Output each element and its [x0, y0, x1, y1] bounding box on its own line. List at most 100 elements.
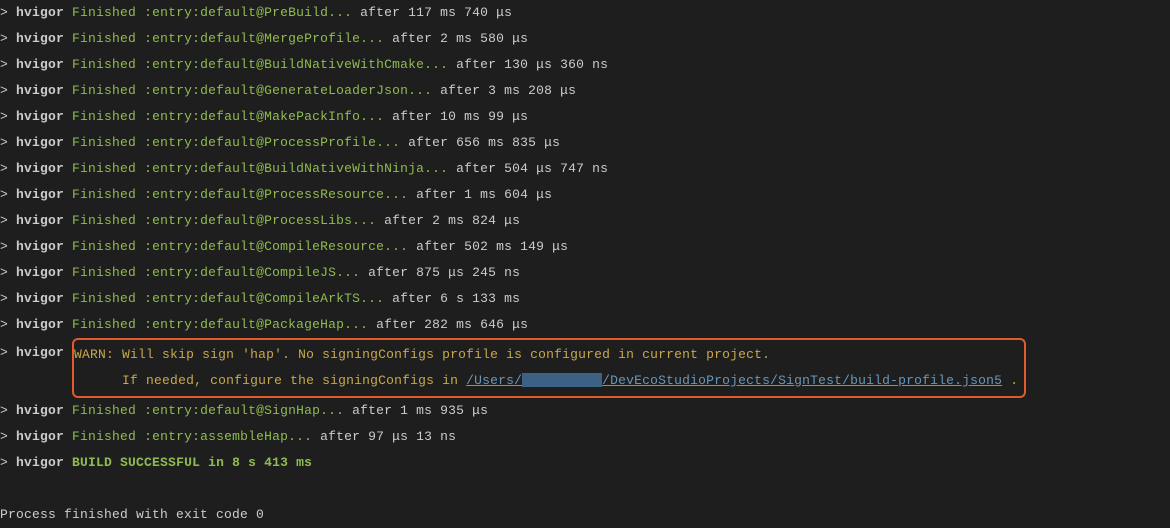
task-name: :entry:default@ProcessLibs... — [144, 213, 376, 228]
prompt-char: > — [0, 57, 16, 72]
timing-text: after 2 ms 824 μs — [384, 213, 520, 228]
warning-highlight-box: WARN: Will skip sign 'hap'. No signingCo… — [72, 338, 1026, 398]
prompt-char: > — [0, 109, 16, 124]
timing-text: after 875 μs 245 ns — [368, 265, 520, 280]
prompt-char: > — [0, 31, 16, 46]
status-word: Finished — [72, 161, 136, 176]
task-name: :entry:default@CompileResource... — [144, 239, 408, 254]
timing-text: after 282 ms 646 μs — [376, 317, 528, 332]
task-name: :entry:default@GenerateLoaderJson... — [144, 83, 432, 98]
tool-name: hvigor — [16, 161, 64, 176]
prompt-char: > — [0, 239, 16, 254]
timing-text: after 1 ms 604 μs — [416, 187, 552, 202]
tool-name: hvigor — [16, 265, 64, 280]
tool-name: hvigor — [16, 83, 64, 98]
status-word: Finished — [72, 265, 136, 280]
task-name: :entry:default@ProcessResource... — [144, 187, 408, 202]
timing-text: after 2 ms 580 μs — [392, 31, 528, 46]
task-name: :entry:default@PackageHap... — [144, 317, 368, 332]
task-name: :entry:default@CompileJS... — [144, 265, 360, 280]
prompt-char: > — [0, 265, 16, 280]
status-word: Finished — [72, 213, 136, 228]
tool-name: hvigor — [16, 239, 64, 254]
build-log-line: > hvigor Finished :entry:default@Compile… — [0, 286, 1170, 312]
build-log-line: > hvigor Finished :entry:default@BuildNa… — [0, 52, 1170, 78]
tool-name: hvigor — [16, 213, 64, 228]
build-success-line: > hvigor BUILD SUCCESSFUL in 8 s 413 ms — [0, 450, 1170, 476]
config-file-link[interactable]: /Users/ — [466, 373, 522, 388]
build-success-text: BUILD SUCCESSFUL in 8 s 413 ms — [72, 455, 312, 470]
task-name: :entry:default@SignHap... — [144, 403, 344, 418]
build-log-line: > hvigor Finished :entry:default@Compile… — [0, 260, 1170, 286]
build-log-line: > hvigor Finished :entry:default@Process… — [0, 182, 1170, 208]
status-word: Finished — [72, 291, 136, 306]
timing-text: after 504 μs 747 ns — [456, 161, 608, 176]
tool-name: hvigor — [16, 187, 64, 202]
build-log-line: > hvigor Finished :entry:default@Process… — [0, 130, 1170, 156]
config-file-link[interactable]: /DevEcoStudioProjects/SignTest/build-pro… — [602, 373, 1002, 388]
blank-line — [0, 476, 1170, 502]
status-word: Finished — [72, 403, 136, 418]
status-word: Finished — [72, 83, 136, 98]
timing-text: after 10 ms 99 μs — [392, 109, 528, 124]
timing-text: after 502 ms 149 μs — [416, 239, 568, 254]
prompt-char: > — [0, 429, 16, 444]
status-word: Finished — [72, 429, 136, 444]
tool-name: hvigor — [16, 291, 64, 306]
build-log-line: > hvigor Finished :entry:default@SignHap… — [0, 398, 1170, 424]
tool-name: hvigor — [16, 429, 64, 444]
status-word: Finished — [72, 5, 136, 20]
prompt-char: > — [0, 213, 16, 228]
timing-text: after 6 s 133 ms — [392, 291, 520, 306]
status-word: Finished — [72, 187, 136, 202]
console-output: > hvigor Finished :entry:default@PreBuil… — [0, 0, 1170, 528]
status-word: Finished — [72, 317, 136, 332]
process-exit-line: Process finished with exit code 0 — [0, 502, 1170, 528]
build-log-line: > hvigor Finished :entry:default@PreBuil… — [0, 0, 1170, 26]
warning-line-2: If needed, configure the signingConfigs … — [74, 368, 1018, 394]
tool-name: hvigor — [16, 135, 64, 150]
warning-line-1: WARN: Will skip sign 'hap'. No signingCo… — [74, 342, 1018, 368]
tool-name: hvigor — [16, 57, 64, 72]
tool-name: hvigor — [16, 109, 64, 124]
timing-text: after 3 ms 208 μs — [440, 83, 576, 98]
warning-prefix: > hvigor — [0, 338, 72, 366]
task-name: :entry:default@PreBuild... — [144, 5, 352, 20]
task-name: :entry:default@MergeProfile... — [144, 31, 384, 46]
status-word: Finished — [72, 109, 136, 124]
tool-name: hvigor — [16, 5, 64, 20]
timing-text: after 656 ms 835 μs — [408, 135, 560, 150]
status-word: Finished — [72, 135, 136, 150]
prompt-char: > — [0, 403, 16, 418]
timing-text: after 130 μs 360 ns — [456, 57, 608, 72]
task-name: :entry:default@CompileArkTS... — [144, 291, 384, 306]
status-word: Finished — [72, 239, 136, 254]
prompt-char: > — [0, 5, 16, 20]
build-log-line: > hvigor Finished :entry:assembleHap... … — [0, 424, 1170, 450]
task-name: :entry:default@MakePackInfo... — [144, 109, 384, 124]
build-log-line: > hvigor Finished :entry:default@BuildNa… — [0, 156, 1170, 182]
prompt-char: > — [0, 187, 16, 202]
tool-name: hvigor — [16, 403, 64, 418]
build-log-line: > hvigor Finished :entry:default@Package… — [0, 312, 1170, 338]
timing-text: after 117 ms 740 μs — [360, 5, 512, 20]
task-name: :entry:default@BuildNativeWithNinja... — [144, 161, 448, 176]
prompt-char: > — [0, 161, 16, 176]
prompt-char: > — [0, 83, 16, 98]
task-name: :entry:assembleHap... — [144, 429, 312, 444]
build-log-line: > hvigor Finished :entry:default@Process… — [0, 208, 1170, 234]
prompt-char: > — [0, 317, 16, 332]
warning-block: > hvigor WARN: Will skip sign 'hap'. No … — [0, 338, 1170, 398]
task-name: :entry:default@BuildNativeWithCmake... — [144, 57, 448, 72]
timing-text: after 97 μs 13 ns — [320, 429, 456, 444]
build-log-line: > hvigor Finished :entry:default@MakePac… — [0, 104, 1170, 130]
build-log-line: > hvigor Finished :entry:default@MergePr… — [0, 26, 1170, 52]
tool-name: hvigor — [16, 31, 64, 46]
redacted-username — [522, 373, 602, 387]
status-word: Finished — [72, 57, 136, 72]
build-log-line: > hvigor Finished :entry:default@Generat… — [0, 78, 1170, 104]
prompt-char: > — [0, 135, 16, 150]
tool-name: hvigor — [16, 317, 64, 332]
build-log-line: > hvigor Finished :entry:default@Compile… — [0, 234, 1170, 260]
status-word: Finished — [72, 31, 136, 46]
